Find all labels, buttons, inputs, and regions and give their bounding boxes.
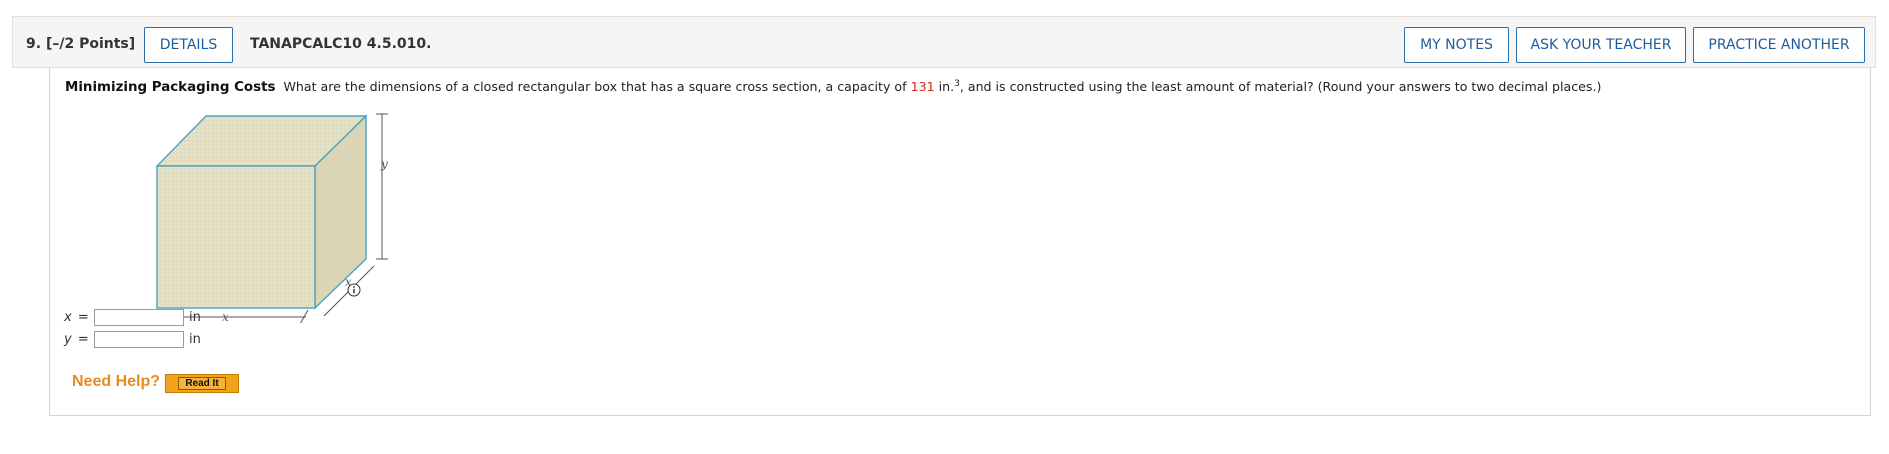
- points-label: [–/2 Points]: [45, 36, 136, 52]
- y-answer-input[interactable]: [94, 331, 184, 348]
- y-unit-label: in: [189, 332, 201, 347]
- box-front-face: [156, 165, 316, 309]
- problem-prompt: Minimizing Packaging Costs What are the d…: [65, 79, 1602, 96]
- capacity-value: 131: [910, 79, 935, 95]
- answer-var-x: x: [64, 310, 72, 325]
- y-dimension-line: [376, 113, 388, 260]
- problem-title: Minimizing Packaging Costs: [65, 80, 276, 96]
- question-code: TANAPCALC10 4.5.010.: [250, 36, 432, 52]
- x-unit-label: in: [189, 310, 201, 325]
- answer-var-y: y: [64, 332, 72, 347]
- x-bottom-label: x: [222, 310, 229, 323]
- question-number: 9. [–/2 Points]: [26, 36, 136, 52]
- question-body: Minimizing Packaging Costs What are the d…: [49, 68, 1871, 416]
- ask-your-teacher-button[interactable]: ASK YOUR TEACHER: [1516, 27, 1686, 63]
- y-label: y: [380, 157, 388, 171]
- info-icon[interactable]: [347, 283, 361, 297]
- practice-another-button[interactable]: PRACTICE ANOTHER: [1693, 27, 1865, 63]
- question-header: 9. [–/2 Points] DETAILS TANAPCALC10 4.5.…: [12, 16, 1876, 68]
- x-answer-input[interactable]: [94, 309, 184, 326]
- read-it-button[interactable]: Read It: [165, 374, 239, 393]
- details-button[interactable]: DETAILS: [144, 27, 233, 63]
- need-help-label: Need Help?: [72, 373, 161, 390]
- my-notes-button[interactable]: MY NOTES: [1404, 27, 1509, 63]
